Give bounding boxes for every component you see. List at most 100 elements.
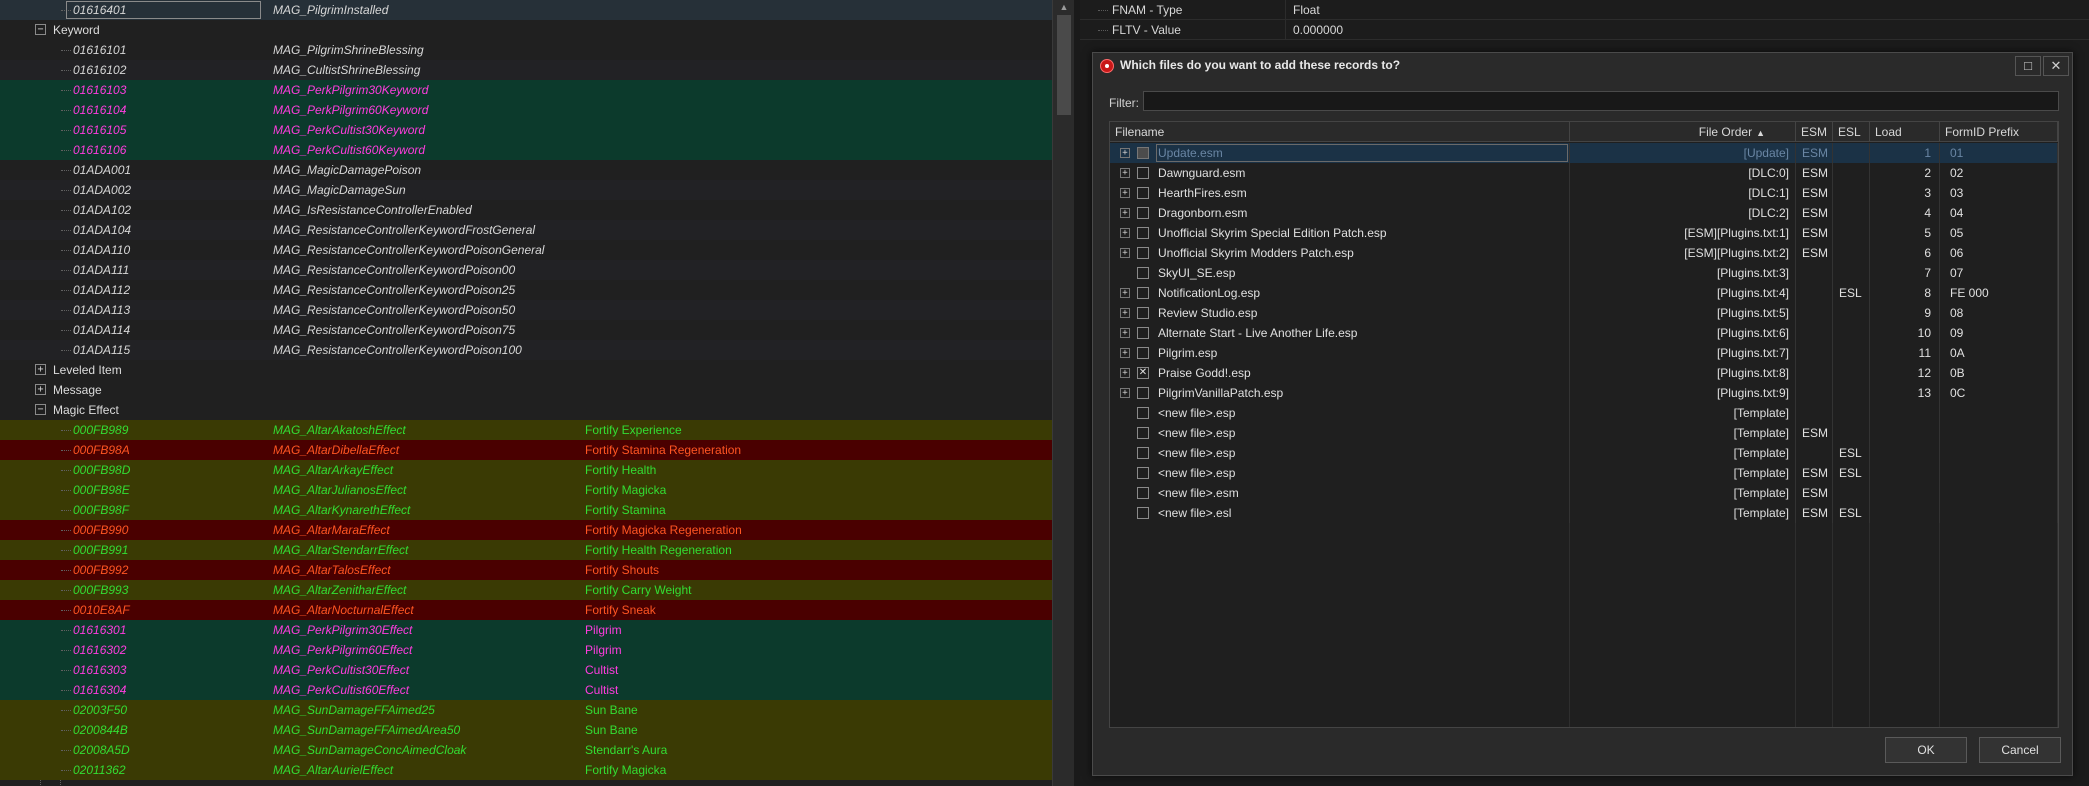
close-button[interactable]: ✕ <box>2043 56 2069 76</box>
tree-record-row[interactable]: 000FB98D MAG_AltarArkayEffect Fortify Heal… <box>0 460 1052 480</box>
expand-icon[interactable]: + <box>1120 388 1130 398</box>
filename-cell[interactable]: + Dawnguard.esm <box>1110 163 1570 183</box>
file-row[interactable]: + ✕ Praise Godd!.esp [Plugins.txt:8] 12 0B <box>1110 363 2058 383</box>
collapse-icon[interactable]: − <box>35 404 46 415</box>
tree-record-row[interactable]: 01616304 MAG_PerkCultist60Effect Cultist <box>0 680 1052 700</box>
filename-cell[interactable]: <new file>.esp <box>1110 463 1570 483</box>
expand-icon[interactable]: + <box>1120 148 1130 158</box>
file-row[interactable]: <new file>.esp [Template] ESM ESL <box>1110 463 2058 483</box>
tree-record-row[interactable]: 000FB992 MAG_AltarTalosEffect Fortify Shou… <box>0 560 1052 580</box>
file-row[interactable]: <new file>.esm [Template] ESM <box>1110 483 2058 503</box>
maximize-button[interactable]: □ <box>2015 56 2041 76</box>
tree-record-row[interactable]: 000FB993 MAG_AltarZenitharEffect Fortify C… <box>0 580 1052 600</box>
tree-scrollbar[interactable]: ▲ <box>1052 0 1074 786</box>
tree-record-row[interactable]: 01ADA112 MAG_ResistanceControllerKeywordP… <box>0 280 1052 300</box>
file-row[interactable]: + Unofficial Skyrim Modders Patch.esp [ESM… <box>1110 243 2058 263</box>
file-checkbox[interactable] <box>1137 307 1149 319</box>
file-checkbox[interactable] <box>1137 427 1149 439</box>
tree-record-row[interactable]: 01616401 MAG_PilgrimInstalled <box>0 0 1052 20</box>
filename-cell[interactable]: + PilgrimVanillaPatch.esp <box>1110 383 1570 403</box>
tree-record-row[interactable]: 01616303 MAG_PerkCultist30Effect Cultist <box>0 660 1052 680</box>
tree-group-node[interactable]: − Magic Effect <box>0 400 1052 420</box>
file-checkbox[interactable] <box>1137 227 1149 239</box>
record-tree[interactable]: 01616401 MAG_PilgrimInstalled − Keyword 0161… <box>0 0 1052 786</box>
tree-record-row[interactable]: 01ADA113 MAG_ResistanceControllerKeywordP… <box>0 300 1052 320</box>
file-row[interactable]: + Pilgrim.esp [Plugins.txt:7] 11 0A <box>1110 343 2058 363</box>
file-checkbox[interactable] <box>1137 387 1149 399</box>
tree-group-node[interactable]: + Leveled Item <box>0 360 1052 380</box>
file-checkbox[interactable] <box>1137 187 1149 199</box>
tree-record-row[interactable]: 01616104 MAG_PerkPilgrim60Keyword <box>0 100 1052 120</box>
expand-icon[interactable]: + <box>1120 188 1130 198</box>
tree-record-row[interactable]: 01ADA110 MAG_ResistanceControllerKeywordP… <box>0 240 1052 260</box>
file-checkbox[interactable] <box>1137 167 1149 179</box>
file-row[interactable]: SkyUI_SE.esp [Plugins.txt:3] 7 07 <box>1110 263 2058 283</box>
file-row[interactable]: + Review Studio.esp [Plugins.txt:5] 9 08 <box>1110 303 2058 323</box>
column-header-load-order[interactable]: Load Order <box>1870 122 1940 159</box>
tree-record-row[interactable]: 000FB98E MAG_AltarJulianosEffect Fortify M… <box>0 480 1052 500</box>
expand-icon[interactable]: + <box>35 364 46 375</box>
filename-cell[interactable]: + Pilgrim.esp <box>1110 343 1570 363</box>
filename-cell[interactable]: + NotificationLog.esp <box>1110 283 1570 303</box>
column-header-esl[interactable]: ESL <box>1833 122 1870 142</box>
tree-record-row[interactable]: 01616101 MAG_PilgrimShrineBlessing <box>0 40 1052 60</box>
tree-record-row[interactable]: 01ADA001 MAG_MagicDamagePoison <box>0 160 1052 180</box>
files-grid[interactable]: Filename File Order▲ ESM ESL Load Order … <box>1109 121 2059 728</box>
filename-cell[interactable]: + Review Studio.esp <box>1110 303 1570 323</box>
tree-record-row[interactable]: 000FB991 MAG_AltarStendarrEffect Fortify H… <box>0 540 1052 560</box>
expand-icon[interactable]: + <box>1120 308 1130 318</box>
tree-record-row[interactable]: 000FB98F MAG_AltarKynarethEffect Fortify S… <box>0 500 1052 520</box>
filename-cell[interactable]: + Alternate Start - Live Another Life.esp <box>1110 323 1570 343</box>
tree-record-row[interactable]: 0010E8AF MAG_AltarNocturnalEffect Fortify … <box>0 600 1052 620</box>
file-checkbox[interactable] <box>1137 287 1149 299</box>
tree-record-row[interactable]: 01ADA102 MAG_IsResistanceControllerEnable… <box>0 200 1052 220</box>
expand-icon[interactable]: + <box>1120 168 1130 178</box>
filename-cell[interactable]: + Unofficial Skyrim Modders Patch.esp <box>1110 243 1570 263</box>
file-row[interactable]: <new file>.esp [Template] ESM <box>1110 423 2058 443</box>
filename-cell[interactable]: + Dragonborn.esm <box>1110 203 1570 223</box>
file-checkbox[interactable] <box>1137 327 1149 339</box>
tree-record-row[interactable]: 01ADA104 MAG_ResistanceControllerKeywordF… <box>0 220 1052 240</box>
filename-cell[interactable]: SkyUI_SE.esp <box>1110 263 1570 283</box>
expand-icon[interactable]: + <box>35 384 46 395</box>
file-checkbox[interactable] <box>1137 407 1149 419</box>
filename-cell[interactable]: <new file>.esm <box>1110 483 1570 503</box>
expand-icon[interactable]: + <box>1120 368 1130 378</box>
file-row[interactable]: <new file>.esp [Template] ESL <box>1110 443 2058 463</box>
file-checkbox[interactable] <box>1137 247 1149 259</box>
field-value[interactable]: Float <box>1293 0 1320 20</box>
filename-cell[interactable]: <new file>.esp <box>1110 443 1570 463</box>
file-checkbox[interactable] <box>1137 347 1149 359</box>
tree-record-row[interactable]: 01ADA114 MAG_ResistanceControllerKeywordP… <box>0 320 1052 340</box>
collapse-icon[interactable]: − <box>35 24 46 35</box>
tree-record-row[interactable]: 000FB98A MAG_AltarDibellaEffect Fortify St… <box>0 440 1052 460</box>
expand-icon[interactable]: + <box>1120 288 1130 298</box>
scroll-up-arrow-icon[interactable]: ▲ <box>1053 0 1075 14</box>
filename-cell[interactable]: + ✕ Praise Godd!.esp <box>1110 363 1570 383</box>
tree-record-row[interactable]: 01616106 MAG_PerkCultist60Keyword <box>0 140 1052 160</box>
tree-record-row[interactable]: 01616301 MAG_PerkPilgrim30Effect Pilgrim <box>0 620 1052 640</box>
tree-record-row[interactable]: 02003F50 MAG_SunDamageFFAimed25 Sun Bane <box>0 700 1052 720</box>
file-checkbox[interactable] <box>1137 267 1149 279</box>
file-checkbox[interactable] <box>1137 207 1149 219</box>
column-header-formid-prefix[interactable]: FormID Prefix <box>1940 122 2058 142</box>
column-header-filename[interactable]: Filename <box>1110 122 1570 142</box>
file-row[interactable]: + Dragonborn.esm [DLC:2] ESM 4 04 <box>1110 203 2058 223</box>
field-value[interactable]: 0.000000 <box>1293 20 1343 40</box>
file-row[interactable]: + Unofficial Skyrim Special Edition Patch… <box>1110 223 2058 243</box>
tree-record-row[interactable]: 02008A5D MAG_SunDamageConcAimedCloak Stend… <box>0 740 1052 760</box>
file-checkbox[interactable] <box>1137 467 1149 479</box>
scrollbar-thumb[interactable] <box>1057 15 1071 115</box>
column-header-esm[interactable]: ESM <box>1796 122 1833 142</box>
file-row[interactable]: + Alternate Start - Live Another Life.esp… <box>1110 323 2058 343</box>
filename-cell[interactable]: <new file>.esl <box>1110 503 1570 523</box>
column-header-file-order[interactable]: File Order ▲ <box>1570 122 1796 142</box>
dialog-titlebar[interactable]: Which files do you want to add these rec… <box>1093 53 2072 79</box>
ok-button[interactable]: OK <box>1885 737 1967 763</box>
file-checkbox[interactable] <box>1137 487 1149 499</box>
tree-record-row[interactable]: 01616105 MAG_PerkCultist30Keyword <box>0 120 1052 140</box>
expand-icon[interactable]: + <box>1120 328 1130 338</box>
filename-cell[interactable]: <new file>.esp <box>1110 403 1570 423</box>
filter-input[interactable] <box>1143 91 2059 111</box>
record-field-row[interactable]: FLTV - Value 0.000000 <box>1080 20 2089 40</box>
